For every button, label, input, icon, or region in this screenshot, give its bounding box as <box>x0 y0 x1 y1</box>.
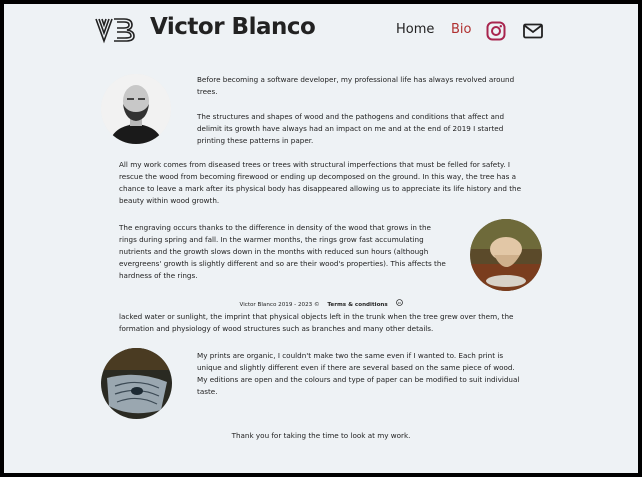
footer-copyright: Victor Blanco 2019 - 2023 © <box>239 302 320 308</box>
svg-text:cc: cc <box>397 301 401 305</box>
creative-commons-icon[interactable]: cc <box>395 299 403 308</box>
mail-icon[interactable] <box>523 23 543 39</box>
logo-mark-icon[interactable] <box>94 16 138 44</box>
bio-paragraph-2: The structures and shapes of wood and th… <box>197 112 505 145</box>
nav-home-link[interactable]: Home <box>396 22 434 37</box>
bio-paragraph-5: lacked water or sunlight, the imprint th… <box>119 312 514 333</box>
nav-bio-link[interactable]: Bio <box>451 22 471 37</box>
terms-link[interactable]: Terms & conditions <box>327 302 387 308</box>
bio-paragraph-6: My prints are organic, I couldn't make t… <box>197 351 520 396</box>
bio-closing: Thank you for taking the time to look at… <box>231 431 411 440</box>
site-header: Victor Blanco Home Bio <box>4 4 638 56</box>
page: Victor Blanco Home Bio Before becoming a… <box>4 4 638 473</box>
portrait-photo <box>101 74 171 144</box>
wood-sculpture-photo <box>470 219 542 291</box>
brand-title[interactable]: Victor Blanco <box>150 14 316 40</box>
bio-paragraph-4: The engraving occurs thanks to the diffe… <box>119 223 446 280</box>
bio-paragraph-1: Before becoming a software developer, my… <box>197 75 515 96</box>
footer: Victor Blanco 2019 - 2023 © Terms & cond… <box>4 299 638 308</box>
bio-paragraph-3: All my work comes from diseased trees or… <box>119 160 522 205</box>
instagram-icon[interactable] <box>486 21 506 41</box>
wood-print-photo <box>101 348 172 419</box>
